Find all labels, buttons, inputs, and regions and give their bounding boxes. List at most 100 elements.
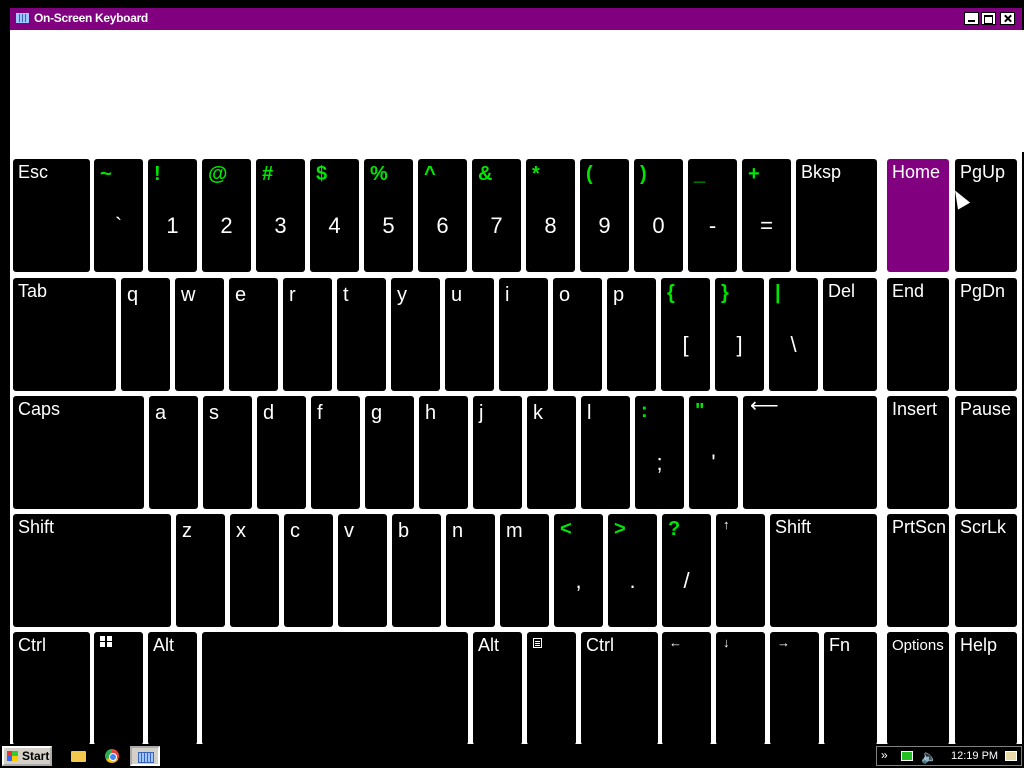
volume-icon[interactable]: 🔈 bbox=[921, 749, 937, 765]
key-menu[interactable] bbox=[527, 632, 576, 745]
key-ctrl-left[interactable]: Ctrl bbox=[13, 632, 90, 745]
key-5[interactable]: % 5 bbox=[364, 159, 413, 272]
key-g[interactable]: g bbox=[365, 396, 414, 509]
key-9[interactable]: (9 bbox=[580, 159, 629, 272]
key-enter[interactable]: ⟵ bbox=[743, 396, 877, 509]
system-tray: » 🔈 12:19 PM bbox=[876, 746, 1022, 766]
chrome-icon[interactable] bbox=[98, 746, 126, 766]
key-b[interactable]: b bbox=[392, 514, 441, 627]
key-fn[interactable]: Fn bbox=[824, 632, 877, 745]
key-minus[interactable]: _ - bbox=[688, 159, 737, 272]
key-1[interactable]: ! 1 bbox=[148, 159, 197, 272]
key-backspace[interactable]: Bksp bbox=[796, 159, 877, 272]
key-v[interactable]: v bbox=[338, 514, 387, 627]
show-desktop-icon[interactable] bbox=[1005, 751, 1017, 761]
key-i[interactable]: i bbox=[499, 278, 548, 391]
key-pgup[interactable]: PgUp bbox=[955, 159, 1017, 272]
key-k[interactable]: k bbox=[527, 396, 576, 509]
key-pause[interactable]: Pause bbox=[955, 396, 1017, 509]
key-a[interactable]: a bbox=[149, 396, 198, 509]
key-help[interactable]: Help bbox=[955, 632, 1017, 745]
key-0[interactable]: ) 0 bbox=[634, 159, 683, 272]
key-label: z bbox=[182, 520, 192, 542]
key-shift-left[interactable]: Shift bbox=[13, 514, 171, 627]
title-bar[interactable]: On-Screen Keyboard bbox=[10, 8, 1022, 30]
key-h[interactable]: h bbox=[419, 396, 468, 509]
key-insert[interactable]: Insert bbox=[887, 396, 949, 509]
key-3[interactable]: #3 bbox=[256, 159, 305, 272]
key-base-char: 3 bbox=[274, 213, 287, 238]
key-j[interactable]: j bbox=[473, 396, 522, 509]
folder-icon[interactable] bbox=[66, 746, 94, 766]
key-tab[interactable]: Tab bbox=[13, 278, 116, 391]
key-label: n bbox=[452, 520, 464, 542]
key-left[interactable]: ← bbox=[662, 632, 711, 745]
key-6[interactable]: ^ 6 bbox=[418, 159, 467, 272]
key-space[interactable] bbox=[202, 632, 468, 745]
start-button[interactable]: Start bbox=[2, 746, 52, 766]
key-4[interactable]: $4 bbox=[310, 159, 359, 272]
key-z[interactable]: z bbox=[176, 514, 225, 627]
key-o[interactable]: o bbox=[553, 278, 602, 391]
key-u[interactable]: u bbox=[445, 278, 494, 391]
key-d[interactable]: d bbox=[257, 396, 306, 509]
key-end[interactable]: End bbox=[887, 278, 949, 391]
key-shift-char: ! bbox=[154, 163, 161, 185]
key-label: Del bbox=[828, 281, 856, 301]
key-backtick[interactable]: ~ ` bbox=[94, 159, 143, 272]
key-p[interactable]: p bbox=[607, 278, 656, 391]
tray-expand-icon[interactable]: » bbox=[881, 748, 888, 762]
key-equals[interactable]: + = bbox=[742, 159, 791, 272]
key-windows[interactable] bbox=[94, 632, 143, 745]
key-t[interactable]: t bbox=[337, 278, 386, 391]
key-q[interactable]: q bbox=[121, 278, 170, 391]
key-7[interactable]: & 7 bbox=[472, 159, 521, 272]
key-backslash[interactable]: | \ bbox=[769, 278, 818, 391]
key-y[interactable]: y bbox=[391, 278, 440, 391]
key-8[interactable]: * 8 bbox=[526, 159, 575, 272]
key-caps[interactable]: Caps bbox=[13, 396, 144, 509]
key-s[interactable]: s bbox=[203, 396, 252, 509]
key-right[interactable]: → bbox=[770, 632, 819, 745]
key-del[interactable]: Del bbox=[823, 278, 877, 391]
key-n[interactable]: n bbox=[446, 514, 495, 627]
key-e[interactable]: e bbox=[229, 278, 278, 391]
key-esc[interactable]: Esc bbox=[13, 159, 90, 272]
key-semicolon[interactable]: :; bbox=[635, 396, 684, 509]
network-icon[interactable] bbox=[901, 751, 913, 761]
key-alt-left[interactable]: Alt bbox=[148, 632, 197, 745]
key-shift-char: } bbox=[721, 282, 729, 304]
key-home[interactable]: Home bbox=[887, 159, 949, 272]
key-label: Fn bbox=[829, 635, 851, 655]
key-ctrl-right[interactable]: Ctrl bbox=[581, 632, 658, 745]
key-m[interactable]: m bbox=[500, 514, 549, 627]
key-close-bracket[interactable]: }] bbox=[715, 278, 764, 391]
key-f[interactable]: f bbox=[311, 396, 360, 509]
key-open-bracket[interactable]: {[ bbox=[661, 278, 710, 391]
clock[interactable]: 12:19 PM bbox=[951, 750, 998, 762]
keyboard-icon[interactable] bbox=[130, 746, 160, 766]
key-quote[interactable]: " ' bbox=[689, 396, 738, 509]
key-down[interactable]: ↓ bbox=[716, 632, 765, 745]
key-prtscn[interactable]: PrtScn bbox=[887, 514, 949, 627]
key-options[interactable]: Options bbox=[887, 632, 949, 745]
key-x[interactable]: x bbox=[230, 514, 279, 627]
key-period[interactable]: >. bbox=[608, 514, 657, 627]
key-comma[interactable]: <, bbox=[554, 514, 603, 627]
key-shift-right[interactable]: Shift bbox=[770, 514, 877, 627]
key-pgdn[interactable]: PgDn bbox=[955, 278, 1017, 391]
maximize-button[interactable] bbox=[981, 12, 996, 25]
close-button[interactable] bbox=[1000, 12, 1015, 25]
key-scrlk[interactable]: ScrLk bbox=[955, 514, 1017, 627]
key-l[interactable]: l bbox=[581, 396, 630, 509]
key-w[interactable]: w bbox=[175, 278, 224, 391]
text-input-area[interactable] bbox=[12, 30, 1024, 152]
key-slash[interactable]: ? / bbox=[662, 514, 711, 627]
key-c[interactable]: c bbox=[284, 514, 333, 627]
key-r[interactable]: r bbox=[283, 278, 332, 391]
minimize-button[interactable] bbox=[964, 12, 979, 25]
keyboard: Esc ~ ` ! 1 @2 #3 $4 % 5 ^ 6 & 7 * 8 (9 ) 0 _ - … bbox=[10, 149, 1022, 745]
key-up[interactable]: ↑ bbox=[716, 514, 765, 627]
key-2[interactable]: @2 bbox=[202, 159, 251, 272]
key-alt-right[interactable]: Alt bbox=[473, 632, 522, 745]
